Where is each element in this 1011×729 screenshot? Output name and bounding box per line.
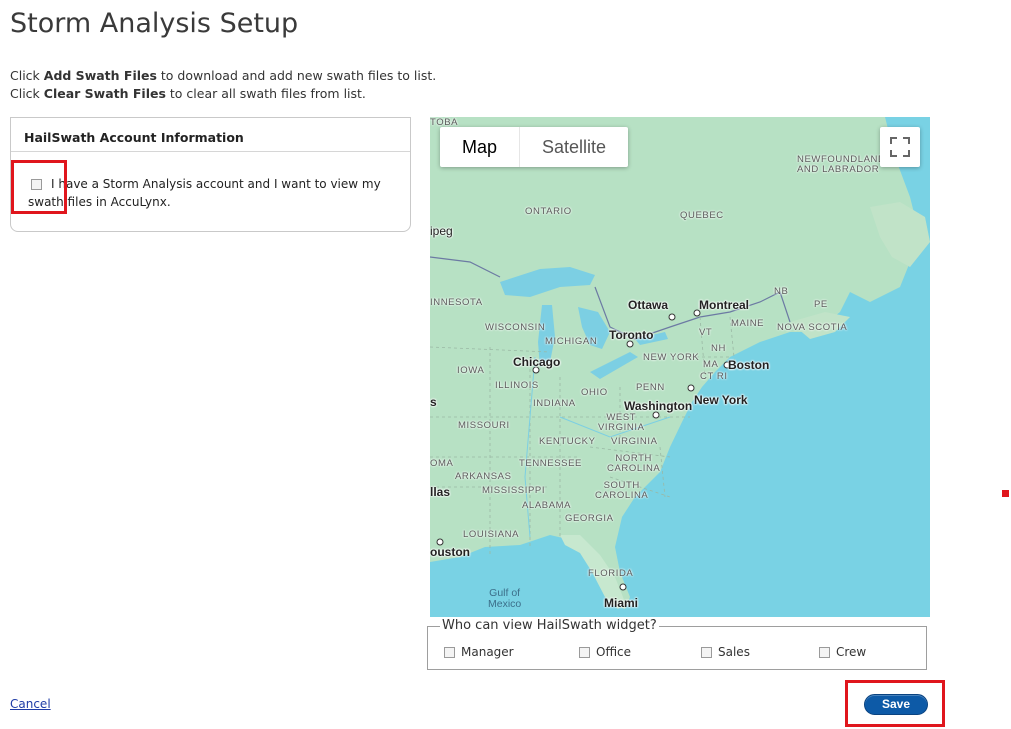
label-penn: PENN: [636, 382, 665, 393]
city-washington: Washington: [624, 399, 693, 413]
label-virginia: VIRGINIA: [611, 436, 658, 447]
label-ipeg: ipeg: [430, 224, 453, 238]
page-title: Storm Analysis Setup: [10, 8, 299, 39]
label-louisiana: LOUISIANA: [463, 529, 520, 540]
option-crew[interactable]: Crew: [819, 645, 866, 659]
label-newfoundland: NEWFOUNDLAND AND LABRADOR: [797, 154, 886, 175]
crew-label: Crew: [836, 645, 867, 659]
widget-legend: Who can view HailSwath widget?: [440, 618, 659, 633]
city-montreal: Montreal: [699, 298, 750, 312]
label-ctri: CT RI: [700, 371, 728, 382]
city-newyork: New York: [694, 393, 748, 407]
city-toronto: Toronto: [609, 328, 654, 342]
label-northcarolina: NORTH CAROLINA: [607, 453, 661, 474]
label-wisconsin: WISCONSIN: [485, 322, 546, 333]
label-mississippi: MISSISSIPPI: [482, 485, 546, 496]
account-panel-header: HailSwath Account Information: [11, 118, 410, 152]
office-checkbox[interactable]: [579, 646, 590, 658]
sales-checkbox[interactable]: [701, 646, 712, 658]
label-florida: FLORIDA: [588, 568, 634, 579]
map-canvas[interactable]: [430, 117, 930, 617]
map-type-map-button[interactable]: Map: [440, 127, 521, 167]
cancel-link[interactable]: Cancel: [10, 697, 51, 711]
label-missouri: MISSOURI: [458, 420, 510, 431]
city-houston: ouston: [430, 545, 470, 559]
label-ma: MA: [703, 359, 719, 370]
label-ontario: ONTARIO: [525, 206, 572, 217]
label-s: s: [430, 395, 437, 409]
label-iowa: IOWA: [457, 365, 485, 376]
account-checkbox[interactable]: [31, 179, 42, 190]
label-nh: NH: [711, 343, 726, 354]
sales-label: Sales: [718, 645, 750, 659]
account-info-panel: HailSwath Account Information I have a S…: [10, 117, 411, 232]
label-tennessee: TENNESSEE: [519, 458, 582, 469]
manager-label: Manager: [461, 645, 514, 659]
crew-checkbox[interactable]: [819, 646, 830, 658]
label-kentucky: KENTUCKY: [539, 436, 596, 447]
map-type-satellite-button[interactable]: Satellite: [520, 127, 628, 167]
city-miami: Miami: [604, 596, 639, 610]
label-pe: PE: [814, 299, 828, 310]
label-oma: OMA: [430, 458, 454, 469]
fullscreen-icon: [890, 137, 910, 157]
label-arkansas: ARKANSAS: [455, 471, 512, 482]
label-novascotia: NOVA SCOTIA: [777, 322, 848, 333]
label-vt: VT: [699, 327, 713, 338]
label-georgia: GEORGIA: [565, 513, 614, 524]
label-nb: NB: [774, 286, 789, 297]
manager-checkbox[interactable]: [444, 646, 455, 658]
label-alabama: ALABAMA: [522, 500, 572, 511]
red-marker: [1002, 490, 1009, 497]
label-minnesota: INNESOTA: [430, 297, 483, 308]
fullscreen-button[interactable]: [880, 127, 920, 167]
label-maine: MAINE: [731, 318, 765, 329]
label-newyork-state: NEW YORK: [643, 352, 700, 363]
clear-swath-files-text: Clear Swath Files: [43, 86, 166, 101]
option-manager[interactable]: Manager: [444, 645, 514, 659]
save-button[interactable]: Save: [864, 694, 928, 715]
option-sales[interactable]: Sales: [701, 645, 750, 659]
office-label: Office: [596, 645, 632, 659]
city-boston: Boston: [728, 358, 770, 372]
label-quebec: QUEBEC: [680, 210, 724, 221]
label-michigan: MICHIGAN: [545, 336, 598, 347]
option-office[interactable]: Office: [579, 645, 631, 659]
city-ottawa: Ottawa: [628, 298, 669, 312]
city-chicago: Chicago: [513, 355, 561, 369]
widget-visibility-fieldset: Who can view HailSwath widget? Manager O…: [427, 618, 927, 670]
label-westvirginia: WEST VIRGINIA: [598, 412, 645, 433]
label-ohio: OHIO: [581, 387, 608, 398]
water-gulf: Gulf of Mexico: [488, 587, 522, 610]
label-indiana: INDIANA: [533, 398, 576, 409]
city-dallas: llas: [430, 485, 451, 499]
account-checkbox-label[interactable]: I have a Storm Analysis account and I wa…: [28, 176, 398, 211]
instruction-clear: Click Clear Swath Files to clear all swa…: [10, 86, 366, 101]
instruction-add: Click Add Swath Files to download and ad…: [10, 68, 437, 83]
map-widget[interactable]: TOBA ipeg ONTARIO QUEBEC NEWFOUNDLAND AN…: [430, 117, 930, 617]
add-swath-files-text: Add Swath Files: [43, 68, 157, 83]
label-illinois: ILLINOIS: [495, 380, 539, 391]
map-type-control: Map Satellite: [440, 127, 629, 167]
label-southcarolina: SOUTH CAROLINA: [595, 480, 649, 501]
